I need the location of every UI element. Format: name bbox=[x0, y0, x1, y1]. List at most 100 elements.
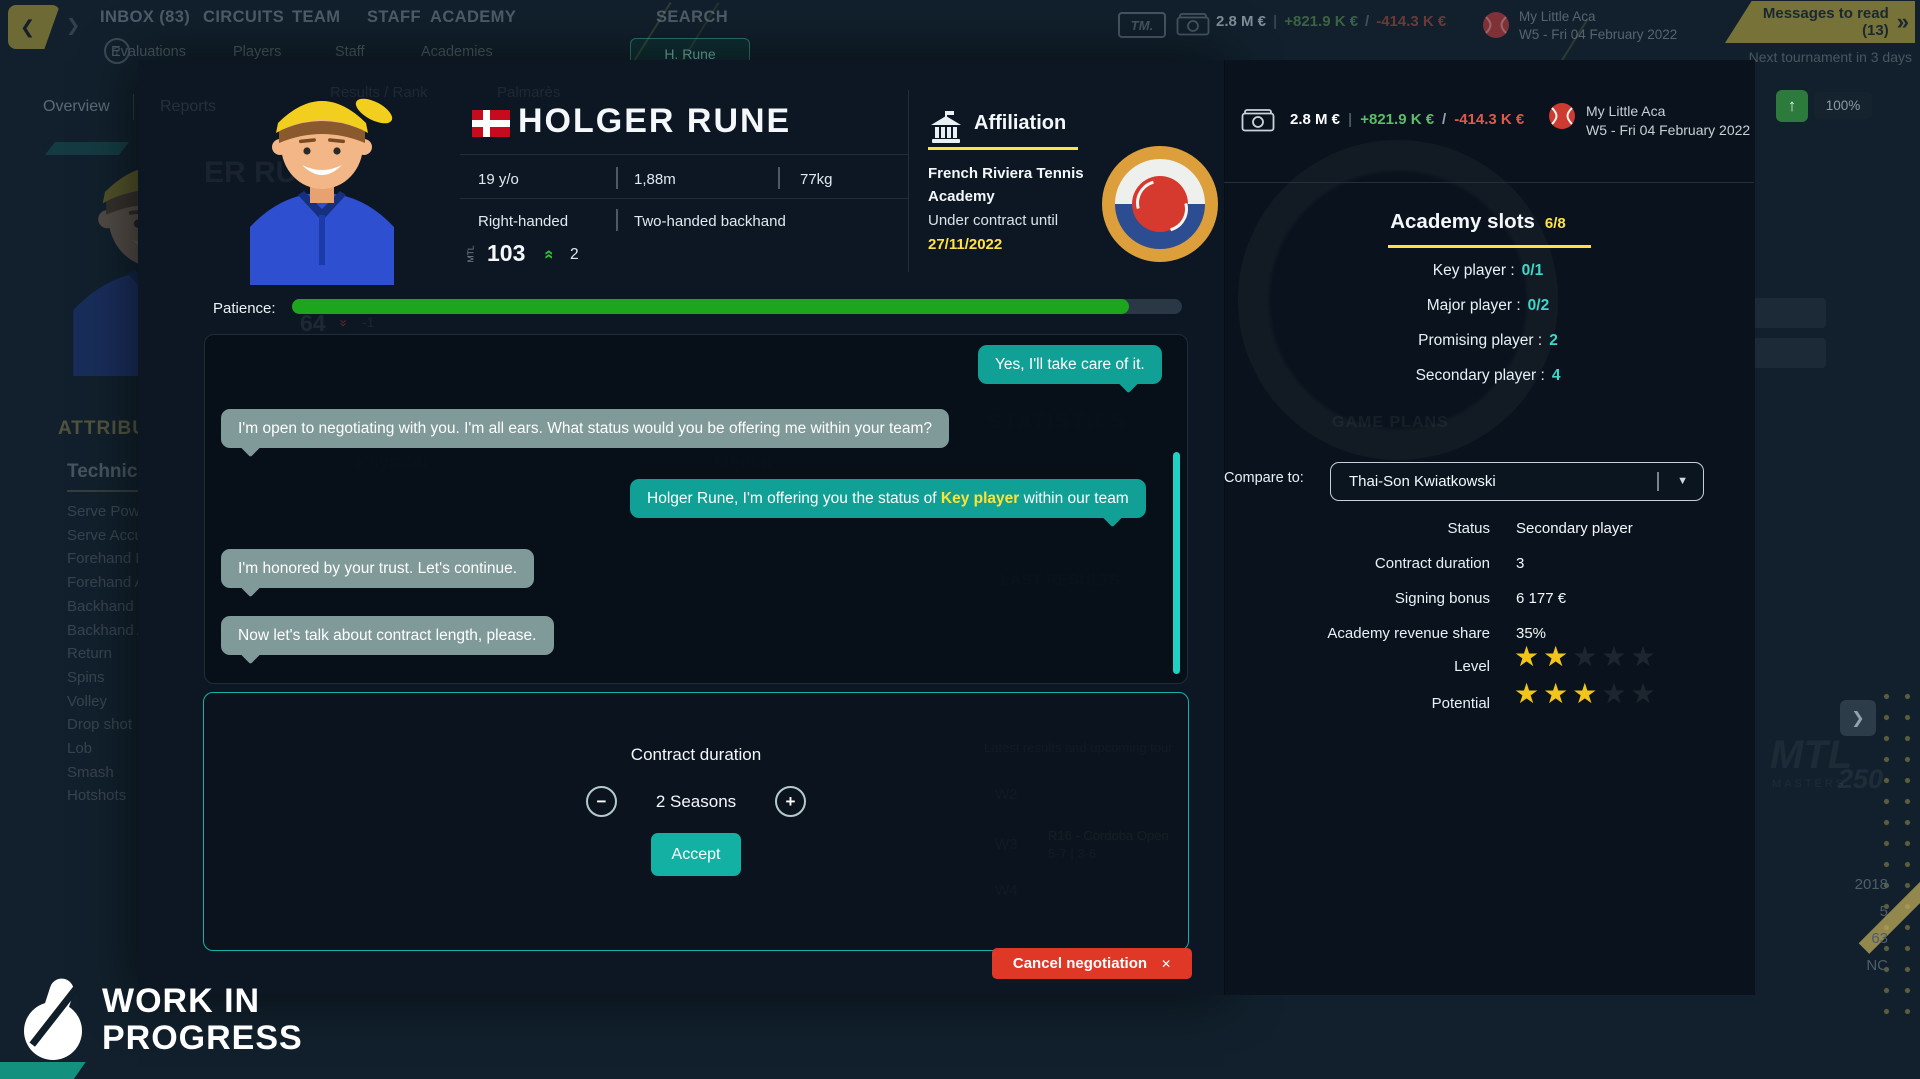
cancel-label: Cancel negotiation bbox=[1013, 955, 1147, 972]
contract-offer-box: Contract duration − 2 Seasons + Accept bbox=[203, 692, 1189, 951]
divider bbox=[460, 154, 908, 155]
slot-row-secondary: Secondary player : 4 bbox=[1338, 367, 1638, 385]
chat-message: Yes, I'll take care of it. bbox=[978, 345, 1162, 384]
academy-building-icon bbox=[928, 110, 964, 144]
back-icon: ❮ bbox=[20, 17, 35, 38]
upload-button[interactable]: ↑ bbox=[1776, 90, 1808, 122]
divider bbox=[1224, 182, 1754, 183]
club-info-dim: My Little Aca W5 - Fri 04 February 2022 bbox=[1519, 8, 1677, 44]
divider bbox=[1657, 472, 1659, 491]
income: +821.9 K € bbox=[1360, 111, 1434, 128]
affiliation-title: Affiliation bbox=[974, 112, 1066, 135]
compare-status-label: Status bbox=[1224, 520, 1490, 537]
academy-logo-ball bbox=[1132, 176, 1188, 232]
compare-duration-value: 3 bbox=[1516, 555, 1524, 572]
divider bbox=[616, 209, 618, 231]
decrease-duration-button[interactable]: − bbox=[586, 786, 617, 817]
contract-duration-value: 2 Seasons bbox=[641, 792, 751, 812]
ghost-tab-reports[interactable]: Reports bbox=[160, 98, 216, 116]
expand-button[interactable]: ❯ bbox=[1840, 700, 1876, 736]
nav-academy[interactable]: ACADEMY bbox=[430, 8, 516, 27]
slash: / bbox=[1442, 111, 1446, 128]
slot-label: Promising player : bbox=[1418, 332, 1542, 350]
increase-duration-button[interactable]: + bbox=[775, 786, 806, 817]
star-empty-icon: ★ bbox=[1601, 641, 1630, 672]
panel-finance-bar: 2.8 M € | +821.9 K € / -414.3 K € bbox=[1290, 111, 1524, 128]
wip-line1: WORK IN bbox=[102, 983, 303, 1020]
messages-count: (13) bbox=[1763, 22, 1889, 39]
academy-slots-title-row: Academy slots 6/8 bbox=[1322, 210, 1634, 234]
divider bbox=[616, 167, 618, 189]
history-value: 5 bbox=[1828, 903, 1888, 920]
history-value: NC bbox=[1828, 957, 1888, 974]
forward-icon[interactable]: ❯ bbox=[66, 16, 80, 36]
divider: | bbox=[1273, 13, 1277, 30]
affiliation-underline bbox=[928, 147, 1078, 150]
potential-label: Potential bbox=[1224, 695, 1490, 712]
slot-value: 2 bbox=[1549, 332, 1558, 350]
close-icon: ✕ bbox=[1161, 957, 1171, 971]
chat-text: I'm honored by your trust. Let's continu… bbox=[238, 560, 517, 577]
subnav-staff[interactable]: Staff bbox=[335, 44, 365, 60]
nav-team[interactable]: TEAM bbox=[292, 8, 340, 27]
player-rank: 103 bbox=[487, 240, 525, 267]
tm-logo-text: TM. bbox=[1131, 18, 1153, 33]
messages-button[interactable]: Messages to read (13) » bbox=[1725, 1, 1915, 43]
star-filled-icon: ★ bbox=[1514, 678, 1543, 709]
slash: / bbox=[1365, 13, 1369, 30]
income: +821.9 K € bbox=[1284, 13, 1358, 30]
league-ghost: 250 bbox=[1838, 764, 1883, 795]
flag-cross-horizontal bbox=[472, 120, 510, 127]
game-date: W5 - Fri 04 February 2022 bbox=[1586, 121, 1754, 140]
messages-label: Messages to read bbox=[1763, 5, 1889, 22]
chat-text: Holger Rune, I'm offering you the status… bbox=[647, 490, 941, 507]
player-backhand: Two-handed backhand bbox=[634, 213, 786, 230]
divider: | bbox=[1348, 111, 1352, 128]
slot-value: 4 bbox=[1552, 367, 1561, 385]
player-height: 1,88m bbox=[634, 171, 676, 188]
star-empty-icon: ★ bbox=[1630, 641, 1659, 672]
nav-staff[interactable]: STAFF bbox=[367, 8, 421, 27]
plus-icon: + bbox=[786, 792, 796, 812]
academy-slots-title: Academy slots bbox=[1390, 210, 1535, 234]
back-button[interactable]: ❮ bbox=[8, 5, 60, 49]
slot-row-promising: Promising player : 2 bbox=[1338, 332, 1638, 350]
club-name: My Little Aca bbox=[1586, 102, 1754, 121]
star-empty-icon: ★ bbox=[1601, 678, 1630, 709]
nationality-flag bbox=[472, 110, 510, 137]
ghost-rank-down-icon: » bbox=[337, 319, 352, 323]
minus-icon: − bbox=[597, 792, 607, 812]
nav-search[interactable]: SEARCH bbox=[656, 8, 728, 27]
slot-row-key: Key player :0/1 bbox=[1338, 262, 1638, 280]
ghost-rank-change: -1 bbox=[362, 314, 374, 330]
player-age: 19 y/o bbox=[478, 171, 519, 188]
dot-pattern bbox=[1876, 686, 1920, 1026]
star-filled-icon: ★ bbox=[1514, 641, 1543, 672]
chat-scrollbar[interactable] bbox=[1173, 452, 1180, 674]
nav-inbox[interactable]: INBOX (83) bbox=[100, 8, 190, 27]
subnav-academies[interactable]: Academies bbox=[421, 44, 493, 60]
star-filled-icon: ★ bbox=[1572, 678, 1601, 709]
compare-player-dropdown[interactable]: Thai-Son Kwiatkowski ▼ bbox=[1330, 462, 1704, 501]
academy-slots-count: 6/8 bbox=[1545, 215, 1566, 232]
wip-logo bbox=[22, 976, 102, 1066]
chat-highlight: Key player bbox=[941, 490, 1019, 507]
player-weight: 77kg bbox=[800, 171, 833, 188]
tab-overview[interactable]: Overview bbox=[43, 98, 110, 116]
subnav-players[interactable]: Players bbox=[233, 44, 281, 60]
nav-circuits[interactable]: CIRCUITS bbox=[203, 8, 284, 27]
cancel-negotiation-button[interactable]: Cancel negotiation ✕ bbox=[992, 948, 1192, 979]
finance-bar: 2.8 M € | +821.9 K € / -414.3 K € bbox=[1216, 13, 1446, 30]
slot-label: Secondary player : bbox=[1416, 367, 1545, 385]
contract-until-date: 27/11/2022 bbox=[928, 236, 1002, 253]
contract-until-label: Under contract until bbox=[928, 212, 1058, 229]
chat-message: I'm open to negotiating with you. I'm al… bbox=[221, 409, 949, 448]
accept-button[interactable]: Accept bbox=[651, 833, 741, 876]
subnav-evaluations[interactable]: Evaluations bbox=[111, 44, 186, 60]
club-ball-icon bbox=[1548, 102, 1576, 130]
tm-logo: TM. bbox=[1118, 12, 1166, 38]
compare-duration-label: Contract duration bbox=[1224, 555, 1490, 572]
rank-circuit-label: MTL bbox=[466, 246, 476, 263]
club-name: My Little Aca bbox=[1519, 8, 1677, 26]
chat-message: Now let's talk about contract length, pl… bbox=[221, 616, 554, 655]
